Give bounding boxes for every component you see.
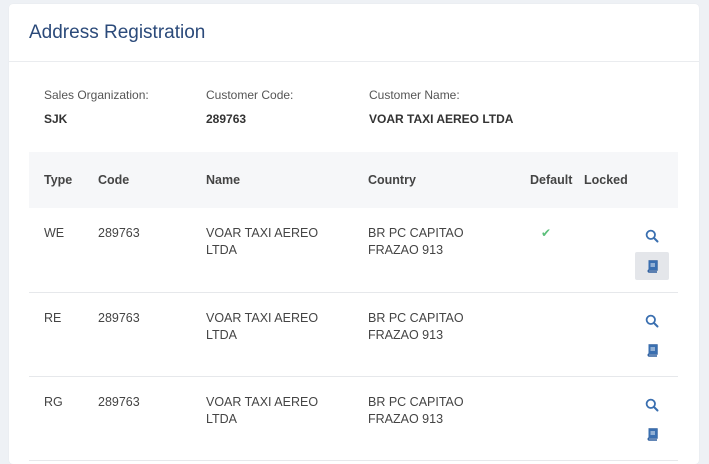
country-line-2: FRAZAO 913 (368, 243, 444, 257)
customer-code-label: Customer Code: (206, 88, 294, 102)
view-button[interactable] (635, 307, 669, 335)
customer-name-block: Customer Name: VOAR TAXI AEREO LTDA (369, 88, 513, 126)
country-line-2: FRAZAO 913 (368, 327, 444, 342)
book-icon (647, 428, 658, 441)
cell-code: 289763 (98, 394, 140, 409)
address-registration-card: Address Registration Sales Organization:… (9, 4, 699, 464)
page-title: Address Registration (9, 4, 699, 62)
cell-actions (635, 208, 678, 292)
table-row[interactable]: WE 289763 VOAR TAXI AEREO LTDA BR PC CAP… (29, 208, 678, 292)
check-icon: ✔ (541, 226, 552, 240)
table-row[interactable]: RG 289763 VOAR TAXI AEREO LTDA BR PC CAP… (29, 376, 678, 460)
book-icon (647, 344, 658, 357)
cell-country: BR PC CAPITAO FRAZAO 913 (368, 292, 530, 376)
cell-name: VOAR TAXI AEREO LTDA (206, 292, 368, 376)
name-line-1: VOAR TAXI AEREO (206, 394, 319, 409)
country-line-1: BR PC CAPITAO (368, 394, 464, 409)
cell-locked (584, 292, 635, 376)
address-table: Type Code Name Country Default Locked WE… (29, 152, 678, 461)
search-icon (645, 314, 659, 327)
cell-actions (635, 376, 678, 460)
cell-code: 289763 (98, 310, 140, 325)
header-country[interactable]: Country (368, 152, 530, 208)
table-row[interactable]: RE 289763 VOAR TAXI AEREO LTDA BR PC CAP… (29, 292, 678, 376)
header-code[interactable]: Code (98, 152, 206, 208)
customer-info: Sales Organization: SJK Customer Code: 2… (9, 62, 699, 152)
view-button[interactable] (635, 391, 669, 419)
cell-country: BR PC CAPITAO FRAZAO 913 (368, 208, 530, 292)
name-line-2: LTDA (206, 411, 238, 426)
cell-code: 289763 (98, 226, 140, 240)
sales-org-label: Sales Organization: (44, 88, 149, 102)
cell-actions (635, 292, 678, 376)
table-header-row: Type Code Name Country Default Locked (29, 152, 678, 208)
country-line-1: BR PC CAPITAO (368, 226, 464, 240)
cell-default: ✔ (530, 208, 584, 292)
name-line-1: VOAR TAXI AEREO (206, 310, 319, 325)
search-icon (645, 229, 659, 243)
cell-locked (584, 376, 635, 460)
address-book-button[interactable] (635, 337, 669, 365)
name-line-1: VOAR TAXI AEREO (206, 226, 319, 240)
customer-code-block: Customer Code: 289763 (206, 88, 293, 126)
address-book-button[interactable] (635, 252, 669, 280)
country-line-1: BR PC CAPITAO (368, 310, 464, 325)
header-actions (635, 152, 678, 208)
address-book-button[interactable] (635, 421, 669, 449)
header-name[interactable]: Name (206, 152, 368, 208)
customer-code-value: 289763 (206, 112, 247, 126)
book-icon (647, 259, 658, 273)
cell-locked (584, 208, 635, 292)
name-line-2: LTDA (206, 327, 238, 342)
cell-type: WE (44, 226, 65, 240)
sales-org-value: SJK (44, 112, 68, 126)
header-locked[interactable]: Locked (584, 152, 635, 208)
cell-default (530, 376, 584, 460)
cell-country: BR PC CAPITAO FRAZAO 913 (368, 376, 530, 460)
sales-org-block: Sales Organization: SJK (44, 88, 149, 126)
cell-type: RG (44, 394, 63, 409)
search-icon (645, 398, 659, 411)
name-line-2: LTDA (206, 243, 238, 257)
header-type[interactable]: Type (29, 152, 98, 208)
customer-name-label: Customer Name: (369, 88, 460, 102)
cell-default (530, 292, 584, 376)
cell-name: VOAR TAXI AEREO LTDA (206, 208, 368, 292)
view-button[interactable] (635, 222, 669, 250)
header-default[interactable]: Default (530, 152, 584, 208)
cell-type: RE (44, 310, 62, 325)
country-line-2: FRAZAO 913 (368, 411, 444, 426)
cell-name: VOAR TAXI AEREO LTDA (206, 376, 368, 460)
customer-name-value: VOAR TAXI AEREO LTDA (369, 112, 514, 126)
